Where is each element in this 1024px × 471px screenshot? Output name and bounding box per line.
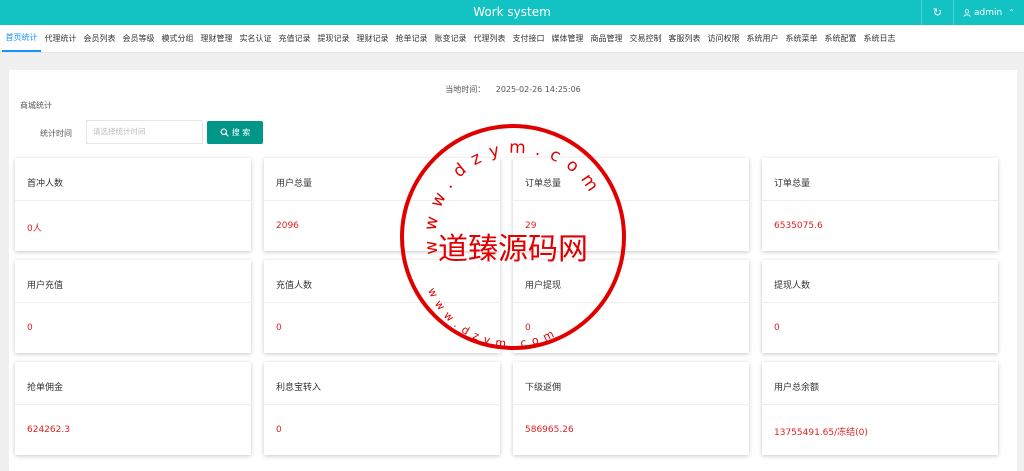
stat-card-label: 首冲人数 (27, 179, 64, 189)
stat-card-divider (15, 302, 251, 303)
stat-card-divider (762, 200, 998, 201)
search-icon (220, 128, 229, 137)
nav-tab[interactable]: 抢单记录 (392, 24, 431, 52)
stat-card-divider (15, 200, 251, 201)
search-button-label: 搜 索 (231, 128, 251, 137)
stat-card-divider (513, 404, 749, 405)
stat-card-label: 下级返佣 (525, 383, 562, 393)
stat-card: 用户提现 0 (513, 260, 749, 353)
nav-tab[interactable]: 模式分组 (158, 24, 197, 52)
stat-card: 抢单佣金 624262.3 (15, 362, 251, 455)
stat-card-label: 订单总量 (774, 179, 811, 189)
stat-card-divider (762, 404, 998, 405)
local-time-label: 当地时间： (445, 85, 486, 94)
stat-card-label: 用户充值 (27, 281, 64, 291)
nav-tab[interactable]: 首页统计 (2, 24, 41, 52)
local-time-value: 2025-02-26 14:25:06 (495, 85, 581, 94)
main-nav: 首页统计 代理统计 会员列表 会员等级 模式分组 理财管理 实名认证 充值记录 提现记录 理财记录… (0, 25, 1024, 53)
stat-card-value: 0人 (27, 224, 42, 234)
stat-card-divider (264, 302, 500, 303)
stat-card-divider (513, 302, 749, 303)
nav-tab[interactable]: 系统用户 (743, 24, 782, 52)
nav-tab[interactable]: 理财管理 (197, 24, 236, 52)
stat-card-label: 充值人数 (276, 281, 313, 291)
stat-card-value: 0 (276, 425, 282, 435)
nav-tab[interactable]: 支付接口 (509, 24, 548, 52)
stat-card: 订单总量 6535075.6 (762, 158, 998, 251)
refresh-button[interactable]: ↻ (921, 0, 953, 25)
stat-card-label: 订单总量 (525, 179, 562, 189)
dashboard-panel: 当地时间： 2025-02-26 14:25:06 商城统计 统计时间 请选择统… (9, 70, 1017, 471)
chevron-up-icon: ⌃ (1008, 8, 1015, 17)
nav-tab[interactable]: 交易控制 (626, 24, 665, 52)
nav-tab[interactable]: 系统日志 (860, 24, 899, 52)
stat-card-value: 29 (525, 221, 537, 231)
nav-tab[interactable]: 理财记录 (353, 24, 392, 52)
stat-card: 订单总量 29 (513, 158, 749, 251)
nav-tab[interactable]: 访问权限 (704, 24, 743, 52)
stat-card-value: 0 (525, 323, 531, 333)
nav-tab[interactable]: 代理统计 (41, 24, 80, 52)
stat-card-divider (513, 200, 749, 201)
stat-card: 下级返佣 586965.26 (513, 362, 749, 455)
search-button[interactable]: 搜 索 (207, 121, 263, 144)
nav-tab[interactable]: 媒体管理 (548, 24, 587, 52)
stat-card: 用户总量 2096 (264, 158, 500, 251)
stat-card: 首冲人数 0人 (15, 158, 251, 251)
section-title: 商城统计 (20, 101, 52, 110)
stat-card: 充值人数 0 (264, 260, 500, 353)
stat-card-value: 0 (774, 323, 780, 333)
stat-card-label: 用户总余额 (774, 383, 820, 393)
stat-card-label: 利息宝转入 (276, 383, 322, 393)
stat-card-divider (264, 404, 500, 405)
stat-card-divider (264, 200, 500, 201)
date-range-input[interactable]: 请选择统计时间 (86, 120, 203, 144)
nav-tab[interactable]: 实名认证 (236, 24, 275, 52)
stat-card-divider (15, 404, 251, 405)
user-icon (963, 8, 971, 17)
stat-card-value: 0 (27, 323, 33, 333)
stat-card-label: 抢单佣金 (27, 383, 64, 393)
nav-tab[interactable]: 账变记录 (431, 24, 470, 52)
stat-card-value: 0 (276, 323, 282, 333)
stat-card-value: 2096 (276, 221, 299, 231)
stat-card: 用户充值 0 (15, 260, 251, 353)
user-menu[interactable]: admin ⌃ (953, 0, 1024, 25)
stat-card-label: 用户提现 (525, 281, 562, 291)
nav-tab[interactable]: 会员等级 (119, 24, 158, 52)
stat-card: 利息宝转入 0 (264, 362, 500, 455)
stat-card-divider (762, 302, 998, 303)
nav-tab[interactable]: 商品管理 (587, 24, 626, 52)
nav-tab[interactable]: 客服列表 (665, 24, 704, 52)
nav-tab[interactable]: 系统菜单 (782, 24, 821, 52)
stat-card-label: 提现人数 (774, 281, 811, 291)
stat-card-label: 用户总量 (276, 179, 313, 189)
nav-tab[interactable]: 代理列表 (470, 24, 509, 52)
user-name: admin (974, 7, 1003, 18)
stat-card-value: 13755491.65/冻结(0) (774, 428, 868, 438)
nav-tab[interactable]: 系统配置 (821, 24, 860, 52)
filter-label: 统计时间 (40, 129, 72, 138)
nav-tab[interactable]: 充值记录 (275, 24, 314, 52)
top-bar-actions: ↻ admin ⌃ (921, 0, 1024, 25)
app-title: Work system (473, 5, 551, 19)
stat-card-value: 624262.3 (27, 425, 70, 435)
stat-card-value: 6535075.6 (774, 221, 823, 231)
top-bar: Work system ↻ admin ⌃ (0, 0, 1024, 25)
stat-card: 用户总余额 13755491.65/冻结(0) (762, 362, 998, 455)
nav-tab[interactable]: 提现记录 (314, 24, 353, 52)
nav-tab[interactable]: 会员列表 (80, 24, 119, 52)
stat-card-value: 586965.26 (525, 425, 574, 435)
refresh-icon: ↻ (932, 6, 943, 19)
local-time: 当地时间： 2025-02-26 14:25:06 (9, 84, 1017, 95)
stat-card: 提现人数 0 (762, 260, 998, 353)
